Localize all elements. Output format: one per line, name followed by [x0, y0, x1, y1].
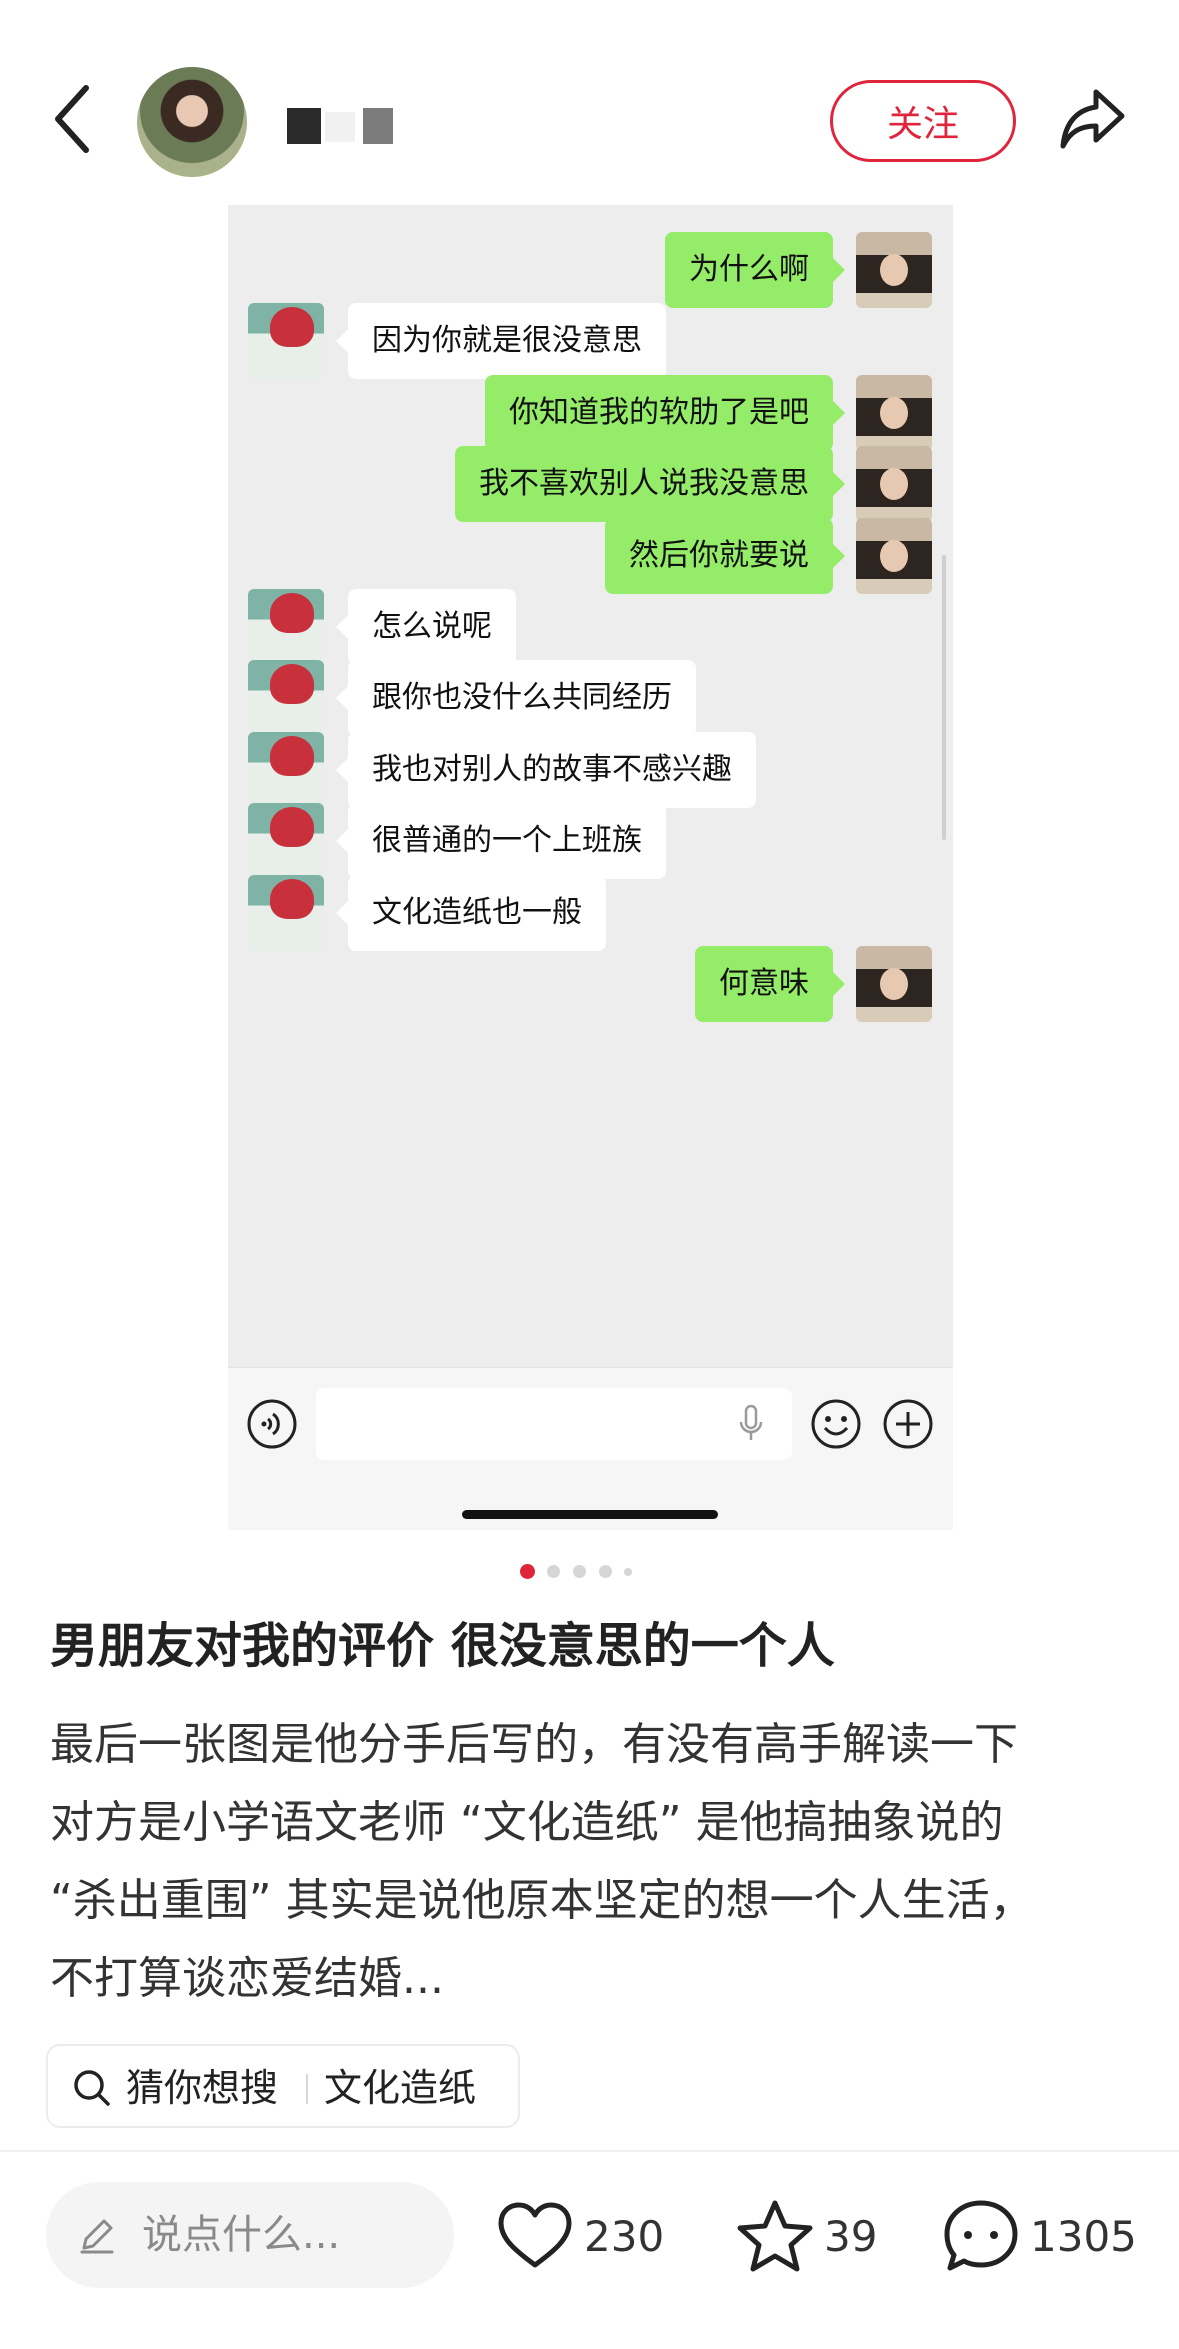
chat-message-row: 我也对别人的故事不感兴趣 [228, 732, 953, 808]
comment-count: 1305 [1030, 2211, 1137, 2261]
chat-message-row: 因为你就是很没意思 [228, 303, 953, 379]
my-message-bubble: 然后你就要说 [605, 518, 845, 594]
favorite-count: 39 [824, 2211, 878, 2261]
chat-screenshot-image[interactable]: 为什么啊 因为你就是很没意思 你知道我的软肋了是吧 我不喜欢别人说我没意思 然后你就要说… [228, 205, 953, 1530]
chat-message-row: 很普通的一个上班族 [228, 803, 953, 879]
share-icon [1060, 89, 1125, 149]
chat-message-row: 为什么啊 [228, 232, 953, 308]
author-name-redacted[interactable] [287, 108, 395, 144]
boyfriend-message-bubble: 我也对别人的故事不感兴趣 [336, 732, 756, 808]
my-message-bubble: 我不喜欢别人说我没意思 [455, 446, 845, 522]
boyfriend-avatar [248, 660, 324, 736]
post-header: 关注 [0, 0, 1179, 205]
comment-icon [944, 2200, 1018, 2271]
boyfriend-message-bubble: 怎么说呢 [336, 589, 516, 665]
boyfriend-avatar [248, 875, 324, 951]
favorite-button[interactable]: 39 [736, 2196, 877, 2276]
chat-scrollbar [942, 555, 946, 840]
divider [306, 2074, 308, 2104]
my-avatar [856, 518, 932, 594]
post-title: 男朋友对我的评价 很没意思的一个人 [50, 1618, 835, 1674]
follow-button[interactable]: 关注 [830, 80, 1016, 162]
boyfriend-message-bubble: 很普通的一个上班族 [336, 803, 666, 879]
chat-message-row: 我不喜欢别人说我没意思 [228, 446, 953, 522]
description-line: 最后一张图是他分手后写的，有没有高手解读一下 [50, 1719, 1018, 1770]
description-line: 不打算谈恋爱结婚... [50, 1953, 444, 2004]
boyfriend-avatar [248, 589, 324, 665]
back-button[interactable] [48, 82, 98, 156]
back-arrow-icon [55, 85, 89, 153]
chat-message-row: 怎么说呢 [228, 589, 953, 665]
my-avatar [856, 375, 932, 451]
carousel-dots [520, 1563, 650, 1579]
chat-message-row: 你知道我的软肋了是吧 [228, 375, 953, 451]
heart-icon [498, 2202, 572, 2268]
post-description: 最后一张图是他分手后写的，有没有高手解读一下 对方是小学语文老师 “文化造纸” … [50, 1706, 1140, 2018]
guess-search-label: 猜你想搜 [126, 2066, 279, 2110]
guess-search-chip[interactable]: 猜你想搜 文化造纸 [46, 2044, 520, 2128]
my-avatar [856, 232, 932, 308]
carousel-dot-active [520, 1564, 535, 1579]
like-button[interactable]: 230 [496, 2196, 664, 2276]
boyfriend-avatar [248, 803, 324, 879]
my-avatar [856, 946, 932, 1022]
boyfriend-message-bubble: 跟你也没什么共同经历 [336, 660, 696, 736]
carousel-dot [547, 1565, 560, 1578]
boyfriend-avatar [248, 303, 324, 379]
chat-input-bar [228, 1367, 953, 1530]
chat-message-row: 然后你就要说 [228, 518, 953, 594]
emoji-icon [811, 1399, 861, 1449]
share-button[interactable] [1058, 86, 1128, 152]
boyfriend-message-bubble: 因为你就是很没意思 [336, 303, 666, 379]
chat-message-row: 跟你也没什么共同经历 [228, 660, 953, 736]
comment-input[interactable]: 说点什么... [46, 2182, 454, 2288]
carousel-dot [573, 1565, 586, 1578]
my-message-bubble: 为什么啊 [665, 232, 845, 308]
my-avatar [856, 446, 932, 522]
mic-icon [739, 1404, 763, 1440]
chat-text-field [316, 1388, 792, 1460]
plus-icon [883, 1399, 933, 1449]
description-line: 对方是小学语文老师 “文化造纸” 是他搞抽象说的 [50, 1797, 1004, 1848]
star-icon [737, 2200, 813, 2272]
pen-icon [80, 2219, 114, 2254]
author-avatar[interactable] [137, 67, 247, 177]
divider [0, 2150, 1179, 2152]
comment-placeholder: 说点什么... [142, 2212, 341, 2258]
my-message-bubble: 你知道我的软肋了是吧 [485, 375, 845, 451]
chat-message-row: 文化造纸也一般 [228, 875, 953, 951]
boyfriend-avatar [248, 732, 324, 808]
chat-message-row: 何意味 [228, 946, 953, 1022]
carousel-dot [599, 1565, 612, 1578]
guess-search-term: 文化造纸 [324, 2066, 477, 2110]
carousel-dot [624, 1568, 632, 1576]
search-icon [74, 2070, 110, 2106]
boyfriend-message-bubble: 文化造纸也一般 [336, 875, 606, 951]
like-count: 230 [584, 2211, 665, 2261]
home-indicator [462, 1510, 718, 1519]
comment-button[interactable]: 1305 [942, 2196, 1137, 2276]
description-line: “杀出重围” 其实是说他原本坚定的想一个人生活， [50, 1875, 1034, 1926]
my-message-bubble: 何意味 [695, 946, 845, 1022]
voice-icon [247, 1399, 297, 1449]
